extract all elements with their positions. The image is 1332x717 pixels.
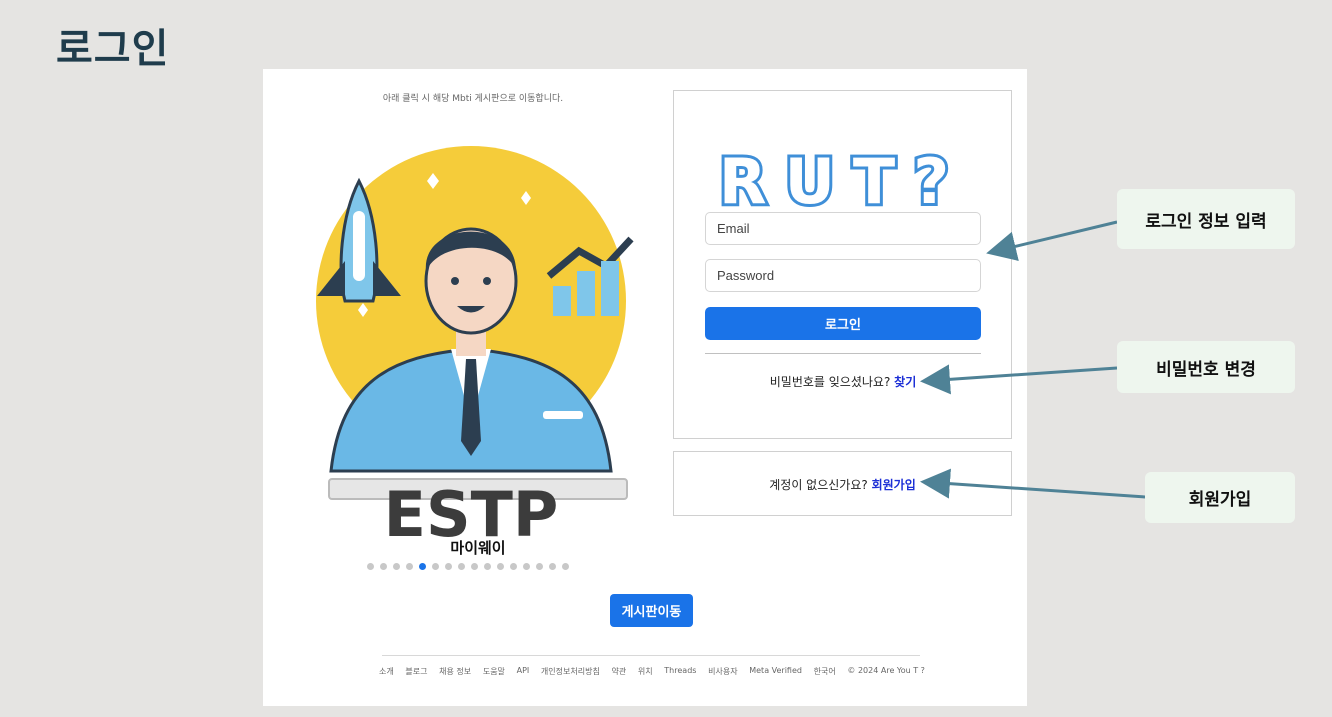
arrow-login-info: [986, 220, 1118, 261]
arrow-password-change: [920, 364, 1118, 395]
callout-signup: 회원가입: [1145, 472, 1295, 523]
arrow-signup: [920, 468, 1146, 499]
callout-password-change: 비밀번호 변경: [1117, 341, 1295, 393]
callout-login-info: 로그인 정보 입력: [1117, 189, 1295, 249]
